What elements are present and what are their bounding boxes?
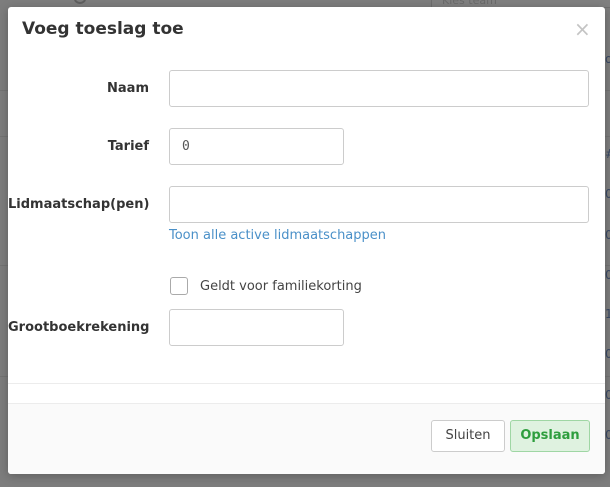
tarief-input[interactable] (169, 128, 344, 165)
background-cell-text: # (605, 147, 610, 161)
background-cell-text: 0 (605, 268, 610, 282)
show-all-memberships-link[interactable]: Toon alle active lidmaatschappen (169, 228, 386, 243)
background-cell-text: o (605, 52, 610, 66)
dialog-footer: Sluiten Opslaan (8, 404, 605, 474)
background-cell-text: 0 (605, 388, 610, 402)
save-button[interactable]: Opslaan (510, 420, 590, 452)
familiekorting-checkbox[interactable] (170, 277, 188, 295)
naam-label: Naam (107, 81, 149, 96)
naam-input[interactable] (169, 70, 589, 107)
background-cell-text: 0 (605, 187, 610, 201)
background-cell-text: 1 (605, 307, 610, 321)
dialog-header: Voeg toeslag toe × (8, 7, 605, 55)
add-surcharge-dialog: Voeg toeslag toe × Naam Tarief Lidmaatsc… (8, 7, 605, 474)
grootboek-input[interactable] (169, 309, 344, 346)
background-cell-text: 0 (605, 228, 610, 242)
familiekorting-label[interactable]: Geldt voor familiekorting (200, 279, 362, 294)
body-divider (8, 383, 605, 384)
dialog-title: Voeg toeslag toe (22, 19, 184, 39)
close-button[interactable]: Sluiten (431, 420, 505, 452)
lidmaatschap-input[interactable] (169, 186, 589, 223)
lidmaatschap-label: Lidmaatschap(pen) (8, 197, 150, 212)
background-cell-text: 0 (605, 428, 610, 442)
background-cell-text: 0 (605, 347, 610, 361)
close-icon[interactable]: × (574, 19, 591, 39)
tarief-label: Tarief (107, 139, 149, 154)
grootboek-label: Grootboekrekening (8, 320, 150, 335)
